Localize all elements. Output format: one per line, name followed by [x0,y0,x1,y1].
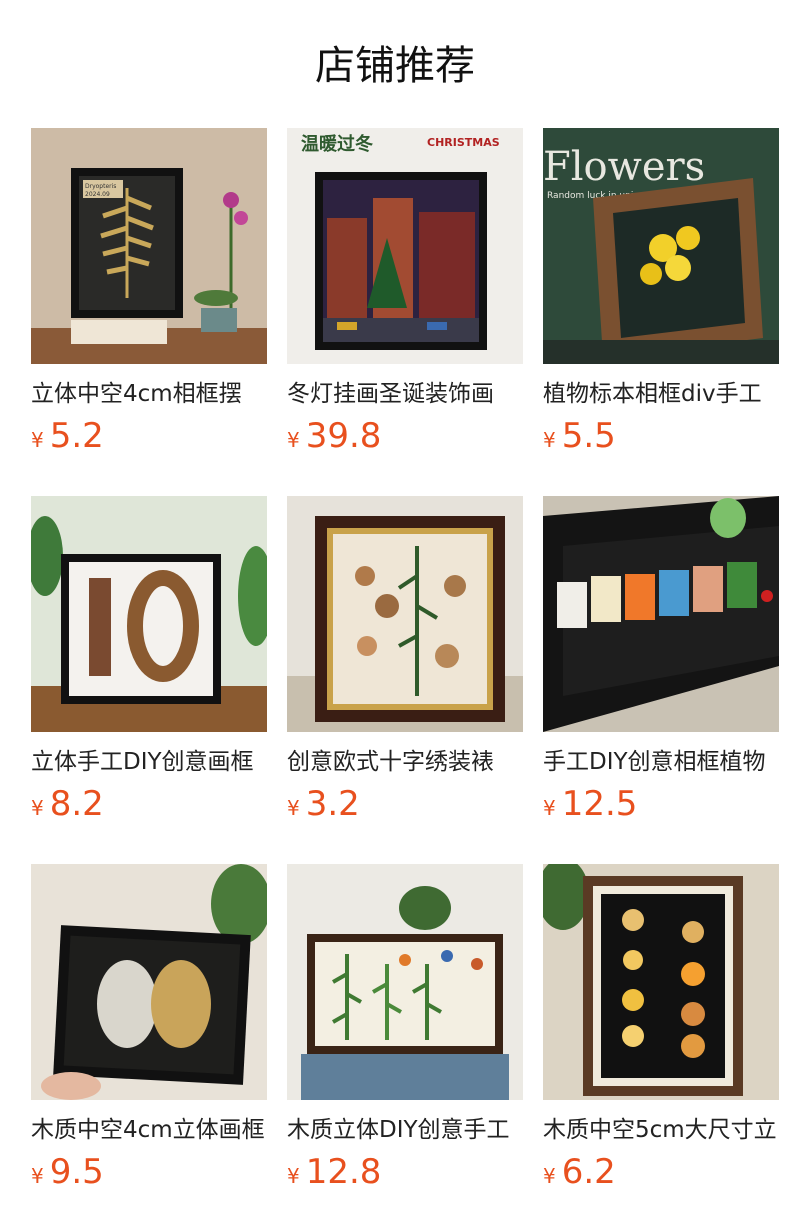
label-text: Dryopteris [85,183,116,190]
product-name[interactable]: 木质中空4cm立体画框 [31,1114,267,1146]
promo-text: 温暖过冬 [301,133,373,155]
product-price: ¥8.2 [31,784,267,824]
price-value: 6.2 [561,1152,616,1192]
product-image[interactable]: 温暖过冬 CHRISTMAS [287,128,523,364]
product-price: ¥5.5 [543,416,779,456]
product-name[interactable]: 植物标本相框div手工 [543,378,779,410]
product-name[interactable]: 立体手工DIY创意画框 [31,746,267,778]
currency-symbol: ¥ [287,428,300,452]
currency-symbol: ¥ [543,1164,556,1188]
currency-symbol: ¥ [543,428,556,452]
product-image[interactable] [543,496,779,732]
price-value: 5.2 [49,416,104,456]
product-price: ¥12.5 [543,784,779,824]
price-value: 5.5 [561,416,616,456]
currency-symbol: ¥ [543,796,556,820]
currency-symbol: ¥ [287,1164,300,1188]
product-image[interactable] [287,496,523,732]
product-name[interactable]: 创意欧式十字绣装裱 [287,746,523,778]
price-value: 3.2 [305,784,360,824]
overlay-text: Flowers [543,144,705,190]
product-card[interactable]: Dryopteris 2024.09 立体中空4cm相框摆 ¥5.2 [31,128,267,456]
product-card[interactable]: Flowers Random luck in universe 植物标本相框di… [543,128,779,456]
product-name[interactable]: 手工DIY创意相框植物 [543,746,779,778]
product-card[interactable]: 立体手工DIY创意画框 ¥8.2 [31,496,267,824]
product-card[interactable]: 手工DIY创意相框植物 ¥12.5 [543,496,779,824]
product-price: ¥3.2 [287,784,523,824]
product-price: ¥5.2 [31,416,267,456]
product-image[interactable]: Dryopteris 2024.09 [31,128,267,364]
product-price: ¥6.2 [543,1152,779,1192]
page-title: 店铺推荐 [315,43,475,89]
product-card[interactable]: 木质中空4cm立体画框 ¥9.5 [31,864,267,1192]
label-text: 2024.09 [85,191,110,198]
product-name[interactable]: 木质中空5cm大尺寸立 [543,1114,779,1146]
price-value: 8.2 [49,784,104,824]
product-card[interactable]: 木质中空5cm大尺寸立 ¥6.2 [543,864,779,1192]
product-price: ¥9.5 [31,1152,267,1192]
product-name[interactable]: 木质立体DIY创意手工 [287,1114,523,1146]
promo-text: CHRISTMAS [427,136,500,149]
price-value: 12.5 [561,784,638,824]
product-image[interactable] [543,864,779,1100]
product-price: ¥12.8 [287,1152,523,1192]
product-card[interactable]: 创意欧式十字绣装裱 ¥3.2 [287,496,523,824]
price-value: 9.5 [49,1152,104,1192]
currency-symbol: ¥ [31,1164,44,1188]
currency-symbol: ¥ [31,428,44,452]
product-image[interactable]: Flowers Random luck in universe [543,128,779,364]
product-price: ¥39.8 [287,416,523,456]
currency-symbol: ¥ [287,796,300,820]
product-card[interactable]: 木质立体DIY创意手工 ¥12.8 [287,864,523,1192]
product-card[interactable]: 温暖过冬 CHRISTMAS 冬灯挂画圣诞装饰画 ¥39.8 [287,128,523,456]
product-name[interactable]: 冬灯挂画圣诞装饰画 [287,378,523,410]
product-name[interactable]: 立体中空4cm相框摆 [31,378,267,410]
product-image[interactable] [287,864,523,1100]
currency-symbol: ¥ [31,796,44,820]
price-value: 12.8 [305,1152,382,1192]
price-value: 39.8 [305,416,382,456]
product-image[interactable] [31,864,267,1100]
product-image[interactable] [31,496,267,732]
